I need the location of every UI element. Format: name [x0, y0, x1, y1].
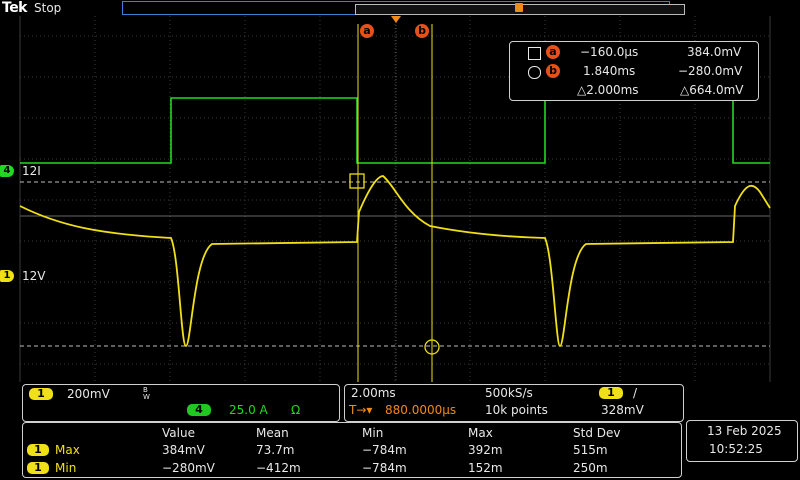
- timebase[interactable]: 2.00ms: [351, 386, 396, 400]
- trigger-source-badge[interactable]: 1: [599, 387, 623, 399]
- row-measurement-name: Max: [55, 443, 80, 457]
- cursor-a-badge: a: [546, 45, 560, 59]
- trigger-time-marker: [391, 16, 401, 23]
- cursor-a-time: −160.0µs: [580, 45, 639, 59]
- col-header-stddev: Std Dev: [573, 426, 621, 440]
- ch1-level-label: 12V: [22, 269, 46, 283]
- date-display: 13 Feb 2025: [707, 424, 782, 438]
- cursor-a-label[interactable]: a: [360, 24, 374, 38]
- top-bar: Tek Stop: [0, 0, 800, 16]
- row-mean: 73.7m: [256, 443, 295, 457]
- row-value: 384mV: [162, 443, 205, 457]
- trigger-level[interactable]: 328mV: [601, 403, 644, 417]
- cursor-a-value: 384.0mV: [687, 45, 742, 59]
- record-overview-bar[interactable]: [122, 1, 685, 15]
- trigger-position-marker: [515, 3, 523, 12]
- trigger-position[interactable]: 880.0000µs: [385, 403, 456, 417]
- row-max: 152m: [468, 461, 503, 475]
- ch1-badge[interactable]: 1: [29, 388, 53, 400]
- acquisition-status[interactable]: Stop: [34, 1, 61, 15]
- datetime-panel[interactable]: 13 Feb 2025 10:52:25: [686, 420, 798, 462]
- cursor-b-value: −280.0mV: [678, 64, 743, 78]
- row-channel-badge: 1: [27, 444, 49, 456]
- vertical-settings-panel[interactable]: 1 200mV B W 4 25.0 A Ω: [22, 384, 340, 422]
- row-mean: −412m: [256, 461, 301, 475]
- cursor-readout[interactable]: a −160.0µs 384.0mV b 1.840ms −280.0mV △2…: [509, 41, 759, 101]
- trigger-position-icon: T→▾: [349, 403, 373, 417]
- col-header-mean: Mean: [256, 426, 289, 440]
- row-min: −784m: [362, 461, 407, 475]
- measurements-table[interactable]: Value Mean Min Max Std Dev 1 Max 384mV 7…: [22, 422, 682, 478]
- circle-icon: [528, 66, 541, 79]
- brand-logo: Tek: [2, 0, 28, 16]
- cursor-b-time: 1.840ms: [583, 64, 636, 78]
- bandwidth-limit-icon: B W: [143, 386, 150, 401]
- ch1-level-marker[interactable]: 1: [0, 270, 14, 282]
- row-min: −784m: [362, 443, 407, 457]
- sample-rate: 500kS/s: [485, 386, 533, 400]
- trigger-slope-icon[interactable]: /: [633, 386, 637, 400]
- cursor-a-marker[interactable]: [349, 173, 365, 189]
- ch4-badge[interactable]: 4: [187, 404, 211, 416]
- row-max: 392m: [468, 443, 503, 457]
- col-header-value: Value: [162, 426, 195, 440]
- row-channel-badge: 1: [27, 462, 49, 474]
- cursor-delta-time: △2.000ms: [577, 83, 639, 97]
- ch4-waveform: [20, 97, 770, 164]
- time-display: 10:52:25: [709, 442, 763, 456]
- row-stddev: 250m: [573, 461, 608, 475]
- row-measurement-name: Min: [55, 461, 77, 475]
- square-icon: [528, 47, 541, 60]
- col-header-max: Max: [468, 426, 493, 440]
- col-header-min: Min: [362, 426, 384, 440]
- cursor-b-label[interactable]: b: [415, 24, 429, 38]
- ch1-scale[interactable]: 200mV: [67, 387, 110, 401]
- ch4-scale[interactable]: 25.0 A: [229, 403, 268, 417]
- row-value: −280mV: [162, 461, 215, 475]
- ch4-level-label: 12I: [22, 164, 41, 178]
- cursor-delta-value: △664.0mV: [680, 83, 744, 97]
- ch4-termination-icon: Ω: [291, 403, 301, 417]
- ch4-level-marker[interactable]: 4: [0, 165, 14, 177]
- cursor-b-badge: b: [546, 64, 560, 78]
- record-length: 10k points: [485, 403, 548, 417]
- row-stddev: 515m: [573, 443, 608, 457]
- horizontal-trigger-panel[interactable]: 2.00ms 500kS/s 1 / T→▾ 880.0000µs 10k po…: [344, 384, 684, 422]
